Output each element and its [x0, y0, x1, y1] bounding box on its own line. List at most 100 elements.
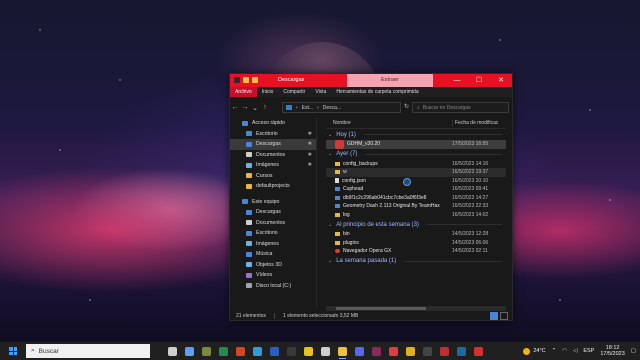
- weather-widget[interactable]: 24°C: [523, 347, 546, 355]
- breadcrumb-part[interactable]: Est...: [302, 105, 313, 111]
- refresh-icon[interactable]: ↻: [404, 103, 409, 110]
- taskbar-search[interactable]: ⌕ Buscar: [26, 344, 150, 358]
- group-header[interactable]: ⌄ La semana pasada (1): [326, 256, 506, 267]
- steam-icon[interactable]: [457, 346, 466, 356]
- sidebar-item[interactable]: Escritorio ✱: [230, 129, 316, 140]
- chevron-down-icon[interactable]: ⌄: [328, 151, 332, 157]
- sidebar-item[interactable]: Vídeos: [230, 270, 316, 281]
- notifications-icon[interactable]: ▢: [631, 348, 636, 354]
- maximize-button[interactable]: ☐: [468, 74, 490, 87]
- file-explorer-icon[interactable]: [338, 346, 347, 359]
- file-row[interactable]: config.json 16/5/2023 20:10: [326, 177, 506, 186]
- sidebar-item[interactable]: Escritorio: [230, 228, 316, 239]
- sidebar-item[interactable]: Disco local (C:): [230, 281, 316, 292]
- new-folder-icon[interactable]: [252, 77, 258, 83]
- opera-icon[interactable]: [389, 346, 398, 356]
- chevron-down-icon[interactable]: ⌄: [328, 222, 332, 228]
- sidebar-item-label: Objetos 3D: [256, 261, 282, 268]
- edge-icon[interactable]: [253, 346, 262, 356]
- tab-compartir[interactable]: Compartir: [278, 87, 310, 97]
- tab-extract[interactable]: Extraer: [347, 74, 433, 87]
- app3-icon[interactable]: [474, 346, 483, 356]
- tab-inicio[interactable]: Inicio: [257, 87, 279, 97]
- address-bar[interactable]: › Est... › Desca...: [282, 102, 401, 113]
- title-bar[interactable]: Descargas Extraer — ☐ ✕: [230, 74, 512, 87]
- task-view-icon[interactable]: [168, 346, 177, 356]
- group-header[interactable]: ⌄ Al principio de esta semana (3): [326, 219, 506, 230]
- sidebar-item[interactable]: Objetos 3D: [230, 260, 316, 271]
- properties-icon[interactable]: [243, 77, 249, 83]
- sidebar-item[interactable]: Documentos: [230, 218, 316, 229]
- group-header[interactable]: ⌄ Ayer (7): [326, 149, 506, 160]
- chevron-down-icon[interactable]: ⌄: [328, 258, 332, 264]
- folder-icon: [246, 183, 252, 189]
- scrollbar-thumb[interactable]: [336, 307, 426, 310]
- file-date: 16/5/2023 22:33: [452, 203, 489, 210]
- sidebar-item[interactable]: Este equipo: [230, 197, 316, 208]
- taskbar: ⌕ Buscar 24°C ⌃ ◠ ◁ ESP 18:12 17/5/2023 …: [0, 342, 640, 360]
- network-icon[interactable]: ◠: [562, 348, 567, 354]
- file-row[interactable]: db9f1c2c296ab041cbc7cbe3a0f6f3e8 16/5/202…: [326, 194, 506, 203]
- minimize-button[interactable]: —: [446, 74, 468, 87]
- chevron-up-icon[interactable]: ⌃: [552, 348, 557, 354]
- app-icon[interactable]: [372, 346, 381, 356]
- language-indicator[interactable]: ESP: [583, 348, 594, 354]
- file-row[interactable]: Navegador Opera GX 14/5/2023 02:11: [326, 247, 506, 256]
- file-row[interactable]: plugins 14/5/2023 06:06: [326, 239, 506, 248]
- excel-icon[interactable]: [219, 346, 228, 356]
- star-icon: [242, 120, 248, 126]
- sidebar-item[interactable]: Acceso rápido: [230, 118, 316, 129]
- up-arrow-icon[interactable]: ↑: [260, 104, 270, 111]
- tab-herramientas[interactable]: Herramientas de carpeta comprimida: [331, 87, 423, 97]
- file-date: 14/5/2023 06:06: [452, 239, 489, 246]
- discord-icon[interactable]: [355, 346, 364, 356]
- forward-arrow-icon[interactable]: →: [240, 104, 250, 111]
- word-icon[interactable]: [270, 346, 279, 356]
- file-row[interactable]: bin 14/5/2023 12:28: [326, 230, 506, 239]
- clock[interactable]: 18:12 17/5/2023: [600, 345, 624, 358]
- minecraft-icon[interactable]: [202, 346, 211, 356]
- back-arrow-icon[interactable]: ←: [230, 104, 240, 111]
- chevron-down-icon[interactable]: ⌄: [250, 104, 260, 112]
- large-icons-view-icon[interactable]: [500, 312, 508, 320]
- file-row[interactable]: GDHM_v30.20 17/5/2023 16:55: [326, 139, 506, 149]
- sidebar-item[interactable]: Descargas: [230, 207, 316, 218]
- pane-divider[interactable]: [316, 118, 317, 308]
- obs-icon[interactable]: [423, 346, 432, 356]
- geometry-dash-icon[interactable]: [406, 346, 415, 356]
- cursor-icon[interactable]: [321, 346, 330, 356]
- file-row[interactable]: Cuphead 16/5/2023 09:41: [326, 185, 506, 194]
- column-date[interactable]: Fecha de modificac: [452, 120, 506, 126]
- tab-vista[interactable]: Vista: [310, 87, 331, 97]
- chevron-down-icon[interactable]: ⌄: [328, 132, 332, 138]
- file-date: 14/5/2023 12:28: [452, 231, 489, 238]
- volume-icon[interactable]: ◁: [573, 348, 577, 354]
- sidebar-item-label: Descargas: [256, 141, 281, 148]
- close-button[interactable]: ✕: [490, 74, 512, 87]
- file-row[interactable]: Geometry Dash 2.113 Original By TeamHax 1…: [326, 202, 506, 211]
- status-separator: [274, 312, 276, 319]
- app2-icon[interactable]: [440, 346, 449, 356]
- sidebar-item[interactable]: defaultprojects: [230, 181, 316, 192]
- window-title: Descargas: [278, 77, 305, 83]
- breadcrumb-part[interactable]: Desca...: [323, 105, 341, 111]
- cortana-icon[interactable]: [185, 346, 194, 356]
- file-row[interactable]: vi 16/5/2023 19:37: [326, 168, 506, 177]
- sidebar-item[interactable]: Documentos ✱: [230, 150, 316, 161]
- group-header[interactable]: ⌄ Hoy (1): [326, 129, 506, 140]
- sidebar-item[interactable]: Música: [230, 249, 316, 260]
- chrome-icon[interactable]: [304, 346, 313, 356]
- sidebar-item[interactable]: Imágenes: [230, 239, 316, 250]
- file-row[interactable]: config_backups 16/5/2023 14:16: [326, 160, 506, 169]
- tab-archivo[interactable]: Archivo: [230, 87, 257, 97]
- terminal-icon[interactable]: [287, 346, 296, 356]
- details-view-icon[interactable]: [490, 312, 498, 320]
- sidebar-item[interactable]: Imágenes ✱: [230, 160, 316, 171]
- sidebar-item[interactable]: Cursos: [230, 171, 316, 182]
- search-input[interactable]: ⌕ Buscar en Descargas: [412, 102, 509, 113]
- sidebar-item[interactable]: Descargas ✱: [230, 139, 316, 150]
- office-icon[interactable]: [236, 346, 245, 356]
- start-button[interactable]: [6, 344, 20, 358]
- column-name[interactable]: Nombre: [326, 120, 452, 126]
- file-row[interactable]: log 16/5/2023 14:02: [326, 211, 506, 220]
